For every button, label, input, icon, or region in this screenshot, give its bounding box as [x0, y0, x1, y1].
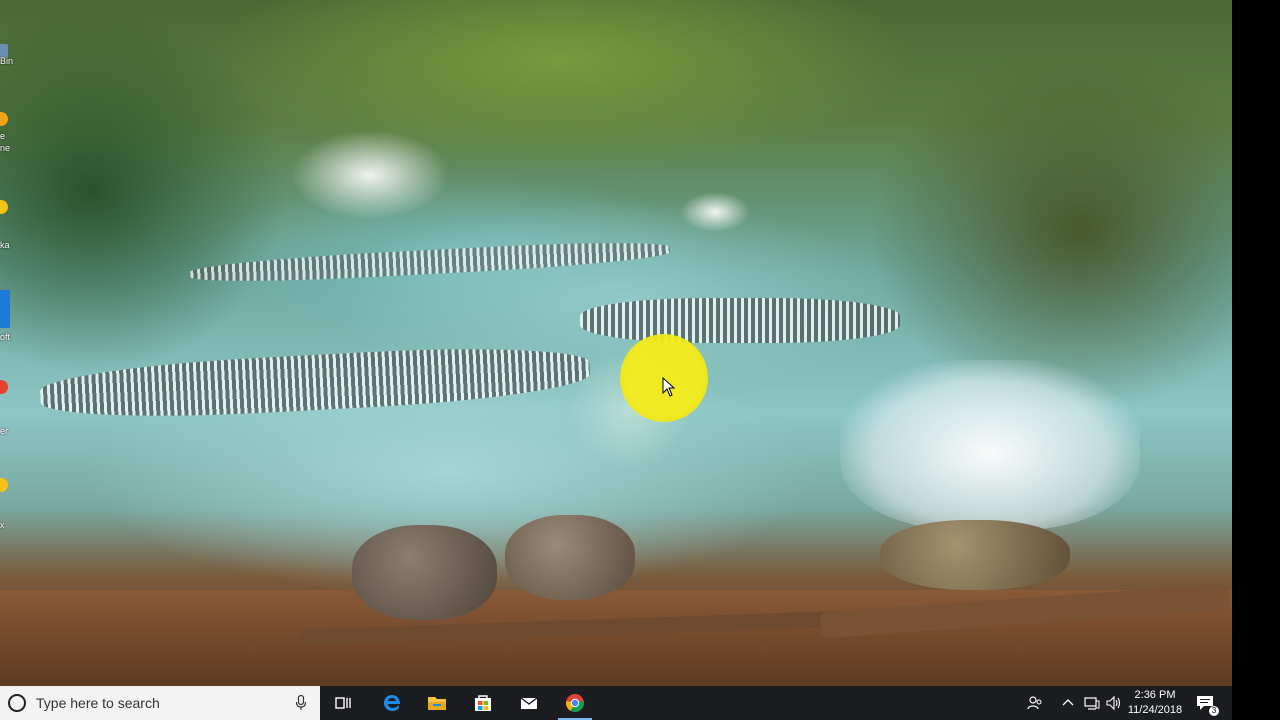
microphone-icon[interactable] [295, 695, 307, 711]
waterfall-upper-right [680, 192, 750, 232]
desktop-icon-label: x [0, 520, 5, 530]
chrome-icon [565, 694, 585, 713]
desktop-icon-1[interactable]: e ne [0, 112, 16, 153]
taskbar: Type here to search 2:36 PM 11/24/2018 3 [0, 686, 1232, 720]
store-icon [475, 695, 491, 711]
taskbar-store[interactable] [460, 686, 506, 720]
people-button[interactable] [1022, 686, 1048, 720]
microsoft-edge-icon [0, 290, 10, 328]
clock-date: 11/24/2018 [1127, 704, 1183, 716]
screen-border [1232, 0, 1280, 720]
chrome-icon [0, 112, 8, 126]
desktop-icon-label: ka [0, 240, 10, 250]
taskbar-search-box[interactable]: Type here to search [0, 686, 320, 720]
app-icon [0, 380, 8, 394]
desktop-icons: Bin e ne ka oft er x [0, 0, 16, 686]
chevron-up-icon [1062, 699, 1074, 706]
desktop-screen: Bin ene ka oft er x Type here to search [0, 0, 1232, 720]
desktop-icon-5[interactable]: x [0, 478, 16, 530]
waterfall-terrace [189, 237, 671, 287]
task-view-button[interactable] [320, 686, 366, 720]
action-center-button[interactable] [1192, 686, 1222, 720]
clock-time: 2:36 PM [1134, 689, 1176, 701]
mouse-pointer-icon [662, 377, 676, 397]
desktop-wallpaper [0, 0, 1232, 686]
rock [352, 525, 497, 620]
taskbar-file-explorer[interactable] [414, 686, 460, 720]
desktop-icon-label: Bin [0, 56, 14, 66]
network-icon [1084, 697, 1100, 710]
taskbar-mail[interactable] [506, 686, 552, 720]
network-button[interactable] [1082, 686, 1102, 720]
mail-icon [520, 697, 538, 709]
notification-count-badge: 3 [1209, 706, 1219, 716]
desktop-icon-recycle-bin[interactable]: Bin [0, 44, 16, 66]
waterfall-terrace [580, 298, 900, 343]
volume-button[interactable] [1104, 686, 1124, 720]
taskbar-edge[interactable] [369, 686, 415, 720]
desktop-icon-2[interactable]: ka [0, 200, 16, 250]
folder-icon [428, 697, 446, 710]
desktop-icon-3[interactable]: oft [0, 290, 16, 342]
waterfall-upper [290, 130, 450, 220]
task-view-icon [335, 697, 351, 709]
rock [880, 520, 1070, 590]
desktop-icon-4[interactable]: er [0, 380, 16, 436]
volume-icon [1106, 695, 1121, 711]
desktop-icon-label: e ne [0, 131, 11, 153]
app-icon [0, 478, 8, 492]
app-icon [0, 200, 8, 214]
search-placeholder[interactable]: Type here to search [36, 695, 160, 711]
people-icon [1027, 696, 1042, 710]
taskbar-chrome[interactable] [552, 686, 598, 720]
desktop-icon-label: er [0, 426, 9, 436]
taskbar-clock[interactable]: 2:36 PM 11/24/2018 [1124, 688, 1186, 718]
waterfall-terrace [38, 340, 592, 425]
show-hidden-icons-button[interactable] [1060, 686, 1076, 720]
edge-icon [384, 695, 400, 711]
cortana-icon[interactable] [8, 694, 26, 712]
waterfall-rapids [840, 360, 1140, 530]
rock [505, 515, 635, 600]
desktop-icon-label: oft [0, 332, 11, 342]
